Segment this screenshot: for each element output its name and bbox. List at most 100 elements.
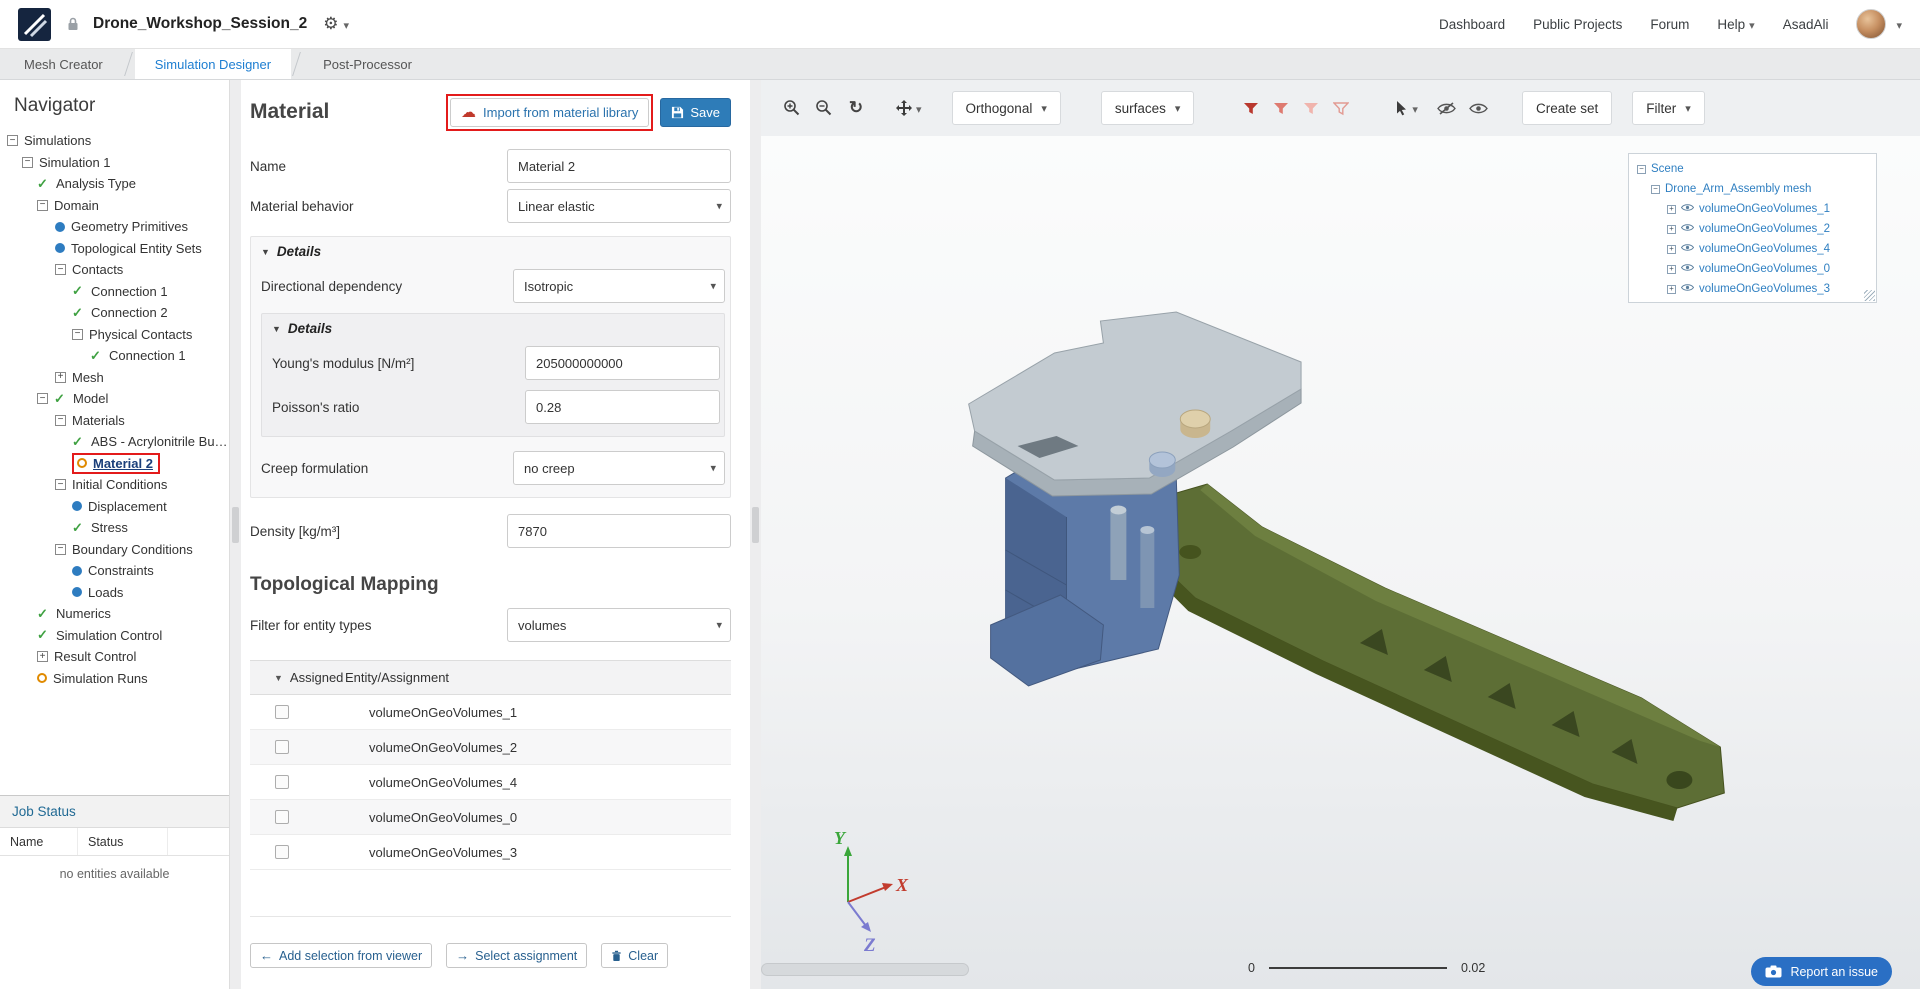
username-label[interactable]: AsadAli <box>1783 17 1829 32</box>
nav-item-mesh[interactable]: Mesh <box>0 367 229 389</box>
nav-item-physical-connection-1[interactable]: Connection 1 <box>0 345 229 367</box>
expand-icon[interactable] <box>1667 205 1676 214</box>
expand-icon[interactable] <box>1667 225 1676 234</box>
assign-checkbox[interactable] <box>275 705 289 719</box>
projection-mode-button[interactable]: Orthogonal <box>952 91 1061 125</box>
collapse-icon[interactable] <box>37 393 48 404</box>
geometry-filter-icon-3[interactable] <box>1298 95 1324 121</box>
scene-tree-volume[interactable]: volumeOnGeoVolumes_2 <box>1637 219 1876 239</box>
eye-icon[interactable] <box>1681 283 1694 295</box>
collapse-icon[interactable] <box>55 479 66 490</box>
poisson-ratio-field[interactable] <box>525 390 720 424</box>
nav-item-stress[interactable]: Stress <box>0 517 229 539</box>
assign-checkbox[interactable] <box>275 775 289 789</box>
hide-icon[interactable] <box>1434 95 1460 121</box>
nav-item-contacts[interactable]: Contacts <box>0 259 229 281</box>
name-field[interactable] <box>507 149 731 183</box>
collapse-icon[interactable] <box>1637 165 1646 174</box>
creep-formulation-select[interactable]: no creep <box>513 451 725 485</box>
nav-dashboard-link[interactable]: Dashboard <box>1439 17 1505 32</box>
expand-icon[interactable] <box>1667 265 1676 274</box>
scene-tree-volume[interactable]: volumeOnGeoVolumes_3 <box>1637 279 1876 299</box>
details-collapse-header[interactable]: Details <box>272 321 720 336</box>
clear-button[interactable]: Clear <box>601 943 668 968</box>
expand-icon[interactable] <box>37 651 48 662</box>
scene-tree-root[interactable]: Scene <box>1637 159 1876 179</box>
nav-item-materials[interactable]: Materials <box>0 410 229 432</box>
expand-icon[interactable] <box>1667 285 1676 294</box>
horizontal-scrollbar[interactable] <box>761 963 969 976</box>
eye-icon[interactable] <box>1681 223 1694 235</box>
nav-item-material-2[interactable]: Material 2 <box>0 453 229 475</box>
chevron-down-icon[interactable] <box>1896 17 1902 32</box>
nav-help-menu[interactable]: Help <box>1717 17 1754 32</box>
details-collapse-header[interactable]: Details <box>261 244 725 259</box>
project-settings-button[interactable] <box>323 14 349 34</box>
nav-item-physical-contacts[interactable]: Physical Contacts <box>0 324 229 346</box>
scene-tree-mesh[interactable]: Drone_Arm_Assembly mesh <box>1637 179 1876 199</box>
directional-dependency-select[interactable]: Isotropic <box>513 269 725 303</box>
tab-simulation-designer[interactable]: Simulation Designer <box>135 49 291 79</box>
import-material-library-button[interactable]: Import from material library <box>450 98 649 127</box>
nav-item-initial-conditions[interactable]: Initial Conditions <box>0 474 229 496</box>
zoom-out-icon[interactable] <box>811 95 837 121</box>
geometry-filter-icon-1[interactable] <box>1238 95 1264 121</box>
nav-item-domain[interactable]: Domain <box>0 195 229 217</box>
scene-tree-volume[interactable]: volumeOnGeoVolumes_0 <box>1637 259 1876 279</box>
nav-item-boundary-conditions[interactable]: Boundary Conditions <box>0 539 229 561</box>
expand-icon[interactable] <box>55 372 66 383</box>
tab-post-processor[interactable]: Post-Processor <box>303 49 432 79</box>
table-row[interactable]: volumeOnGeoVolumes_0 <box>250 800 731 835</box>
collapse-icon[interactable] <box>55 415 66 426</box>
nav-item-simulations[interactable]: Simulations <box>0 130 229 152</box>
scene-tree-volume[interactable]: volumeOnGeoVolumes_1 <box>1637 199 1876 219</box>
nav-item-analysis-type[interactable]: Analysis Type <box>0 173 229 195</box>
nav-item-loads[interactable]: Loads <box>0 582 229 604</box>
nav-item-abs-material[interactable]: ABS - Acrylonitrile Buta... <box>0 431 229 453</box>
assign-checkbox[interactable] <box>275 845 289 859</box>
select-tool-button[interactable] <box>1394 100 1418 116</box>
drag-grip[interactable] <box>232 507 239 543</box>
assigned-column-header[interactable]: Assigned <box>250 670 345 685</box>
nav-item-constraints[interactable]: Constraints <box>0 560 229 582</box>
eye-icon[interactable] <box>1681 243 1694 255</box>
zoom-in-icon[interactable] <box>779 95 805 121</box>
assign-checkbox[interactable] <box>275 740 289 754</box>
entity-filter-select[interactable]: volumes <box>507 608 731 642</box>
resize-grip[interactable] <box>1864 290 1875 301</box>
collapse-icon[interactable] <box>7 135 18 146</box>
save-button[interactable]: Save <box>660 98 731 127</box>
density-field[interactable] <box>507 514 731 548</box>
nav-item-displacement[interactable]: Displacement <box>0 496 229 518</box>
viewer-3d[interactable]: Orthogonal surfaces Create set Filter Sc… <box>761 80 1920 989</box>
add-selection-from-viewer-button[interactable]: Add selection from viewer <box>250 943 432 968</box>
filter-button[interactable]: Filter <box>1632 91 1705 125</box>
pan-tool-button[interactable] <box>895 99 922 117</box>
scene-tree-volume[interactable]: volumeOnGeoVolumes_4 <box>1637 239 1876 259</box>
material-behavior-select[interactable]: Linear elastic <box>507 189 731 223</box>
geometry-filter-icon-2[interactable] <box>1268 95 1294 121</box>
nav-item-result-control[interactable]: Result Control <box>0 646 229 668</box>
collapse-icon[interactable] <box>55 544 66 555</box>
nav-item-connection-2[interactable]: Connection 2 <box>0 302 229 324</box>
table-row[interactable]: volumeOnGeoVolumes_3 <box>250 835 731 870</box>
nav-item-model[interactable]: Model <box>0 388 229 410</box>
drag-grip[interactable] <box>752 507 759 543</box>
collapse-icon[interactable] <box>55 264 66 275</box>
select-assignment-button[interactable]: Select assignment <box>446 943 587 968</box>
nav-item-geometry-primitives[interactable]: Geometry Primitives <box>0 216 229 238</box>
refresh-view-icon[interactable] <box>843 95 869 121</box>
collapse-icon[interactable] <box>72 329 83 340</box>
user-avatar[interactable] <box>1856 9 1886 39</box>
nav-item-simulation-control[interactable]: Simulation Control <box>0 625 229 647</box>
report-issue-button[interactable]: Report an issue <box>1751 957 1892 986</box>
table-row[interactable]: volumeOnGeoVolumes_1 <box>250 695 731 730</box>
expand-icon[interactable] <box>1667 245 1676 254</box>
green-arm-part[interactable] <box>1141 484 1724 821</box>
nav-item-simulation-1[interactable]: Simulation 1 <box>0 152 229 174</box>
collapse-icon[interactable] <box>37 200 48 211</box>
create-set-button[interactable]: Create set <box>1522 91 1612 125</box>
nav-item-topological-entity-sets[interactable]: Topological Entity Sets <box>0 238 229 260</box>
navigator-resize-handle[interactable] <box>230 80 241 989</box>
assign-checkbox[interactable] <box>275 810 289 824</box>
